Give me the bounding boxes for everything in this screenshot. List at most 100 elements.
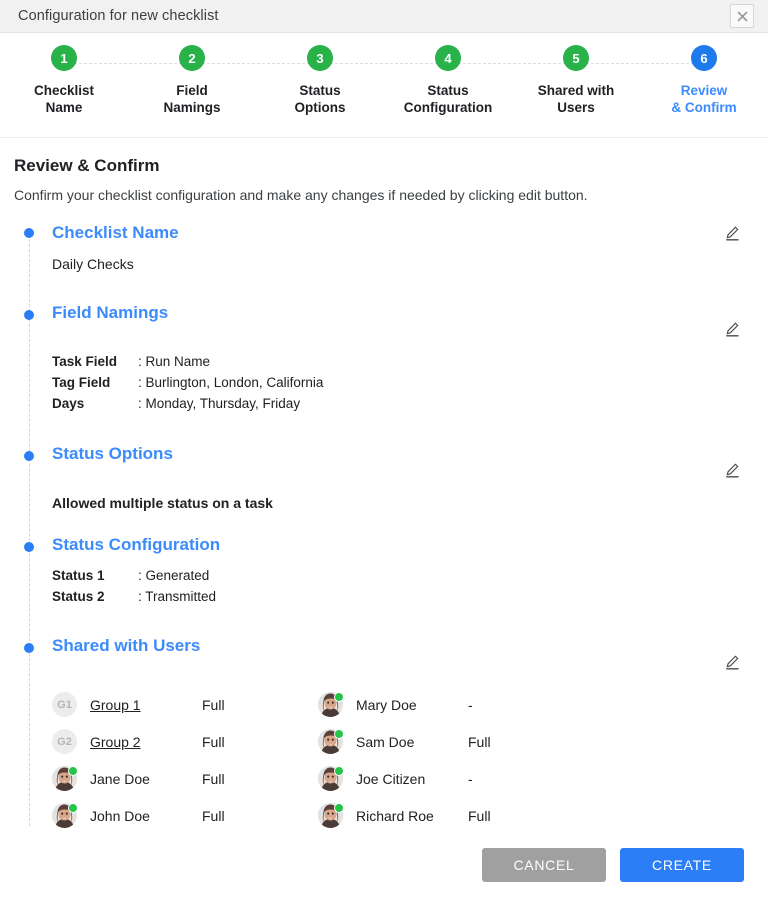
user-name: Mary Doe [356,696,417,713]
shared-users-grid: G1 Group 1 Full Mary Doe - G2 Group 2 Full Sam D… [52,686,744,834]
online-status-dot [334,692,344,702]
user-permission: Full [468,733,491,750]
shared-user-row: Richard Roe Full [318,797,744,834]
stepper-label-5: Shared with Users [537,83,615,115]
user-name: Joe Citizen [356,770,426,787]
dialog-titlebar: Configuration for new checklist [0,0,768,33]
kv-key: Task Field [52,354,118,369]
stepper-circle-6: 6 [691,45,717,71]
avatar [52,766,78,791]
close-icon[interactable] [730,4,754,28]
section-status-options: Status Options Allowed multiple status o… [12,414,744,511]
timeline-bullet [24,228,34,238]
kv-value: : Monday, Thursday, Friday [138,396,301,411]
stepper-step-2[interactable]: 2 Field Namings [128,45,320,116]
shared-user-row: Sam Doe Full [318,723,744,760]
kv-value: : Generated [138,568,210,583]
dialog-body: Review & Confirm Confirm your checklist … [0,138,768,834]
shared-user-row: Jane Doe Full [52,760,310,797]
user-name: John Doe [90,807,150,824]
section-title-status-configuration: Status Configuration [52,535,221,554]
dialog-footer: CANCEL CREATE [0,834,768,908]
shared-user-row: Mary Doe - [318,686,744,723]
table-row: Days : Monday, Thursday, Friday [52,393,323,414]
kv-key: Status 1 [52,568,105,583]
status-options-value: Allowed multiple status on a task [52,495,273,511]
kv-key: Days [52,396,85,411]
stepper-circle-4: 4 [435,45,461,71]
table-row: Tag Field : Burlington, London, Californi… [52,372,323,393]
table-row: Status 1 : Generated [52,565,216,586]
edit-pencil-icon-checklist-name[interactable] [720,221,744,245]
section-title-field-namings: Field Namings [52,303,169,322]
edit-pencil-icon-status-options[interactable] [720,458,744,482]
dialog-title: Configuration for new checklist [18,8,219,24]
user-name: Jane Doe [90,770,150,787]
shared-user-row: John Doe Full [52,797,310,834]
page-title: Review & Confirm [14,156,160,175]
user-permission: Full [202,807,225,824]
avatar [52,803,78,828]
status-configuration-table: Status 1 : Generated Status 2 : Transmitted [52,565,216,607]
group-name-link[interactable]: Group 2 [90,734,202,750]
stepper-step-6[interactable]: 6 Review & Confirm [640,45,768,116]
section-checklist-name: Checklist Name Daily Checks [12,221,744,272]
create-button[interactable]: CREATE [620,848,744,882]
avatar-image: G1 [52,692,77,717]
user-permission: Full [202,770,225,787]
stepper-circle-5: 5 [563,45,589,71]
checklist-name-value: Daily Checks [52,256,134,272]
group-avatar: G2 [52,729,77,754]
online-status-dot [68,766,78,776]
stepper-step-5[interactable]: 5 Shared with Users [512,45,704,116]
stepper-steps: 1 Checklist Name 2 Field Namings 3 Status Opt… [0,33,768,116]
field-namings-table: Task Field : Run Name Tag Field : Burlingto… [52,351,323,414]
user-permission: Full [468,807,491,824]
avatar [318,692,344,717]
section-status-configuration: Status Configuration Status 1 : Generated… [12,511,744,607]
stepper-step-1[interactable]: 1 Checklist Name [0,45,192,116]
table-row: Status 2 : Transmitted [52,586,216,607]
wizard-stepper: 1 Checklist Name 2 Field Namings 3 Status Opt… [0,33,768,138]
cancel-button[interactable]: CANCEL [482,848,606,882]
stepper-label-3: Status Options [294,83,346,115]
timeline-bullet [24,542,34,552]
stepper-circle-2: 2 [179,45,205,71]
stepper-label-2: Field Namings [163,83,221,115]
edit-pencil-icon-shared-with-users[interactable] [720,650,744,674]
group-name-link[interactable]: Group 1 [90,697,202,713]
avatar [318,766,344,791]
section-title-shared-with-users: Shared with Users [52,636,201,655]
stepper-label-1: Checklist Name [33,83,95,115]
kv-key: Status 2 [52,589,105,604]
shared-user-row: G2 Group 2 Full [52,723,310,760]
configuration-dialog: Configuration for new checklist 1 Checkli… [0,0,768,882]
online-status-dot [68,803,78,813]
user-permission: - [468,696,473,713]
timeline-bullet [24,310,34,320]
timeline-bullet [24,451,34,461]
stepper-circle-1: 1 [51,45,77,71]
user-permission: Full [202,696,225,713]
user-name: Sam Doe [356,733,415,750]
section-title-checklist-name: Checklist Name [52,223,179,242]
kv-value: : Transmitted [138,589,217,604]
review-timeline: Checklist Name Daily Checks Field Naming… [12,221,744,834]
kv-key: Tag Field [52,375,111,390]
avatar [318,729,344,754]
kv-value: : Run Name [138,354,211,369]
section-field-namings: Field Namings Task Field : Run Name Tag Fi… [12,272,744,414]
table-row: Task Field : Run Name [52,351,323,372]
online-status-dot [334,766,344,776]
user-permission: - [468,770,473,787]
section-shared-with-users: Shared with Users G1 Group 1 Full Mary Doe -… [12,607,744,834]
avatar-image: G2 [52,729,77,754]
stepper-step-3[interactable]: 3 Status Options [256,45,448,116]
user-permission: Full [202,733,225,750]
kv-value: : Burlington, London, California [138,375,324,390]
shared-user-row: G1 Group 1 Full [52,686,310,723]
online-status-dot [334,729,344,739]
edit-pencil-icon-field-namings[interactable] [720,317,744,341]
section-title-status-options: Status Options [52,444,173,463]
stepper-step-4[interactable]: 4 Status Configuration [384,45,576,116]
